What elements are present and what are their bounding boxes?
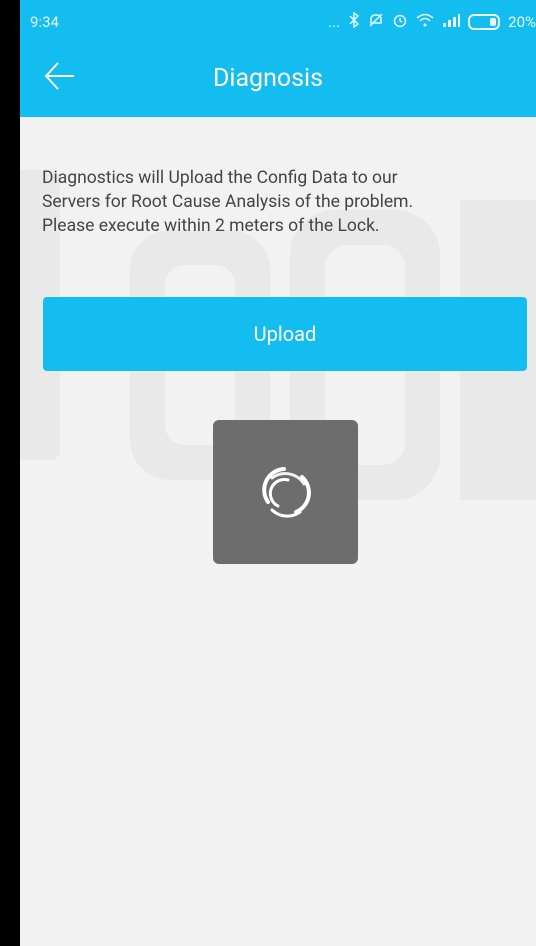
battery-text: 20% (508, 13, 536, 31)
diagnosis-description: Diagnostics will Upload the Config Data … (42, 166, 512, 238)
description-line: Please execute within 2 meters of the Lo… (42, 216, 380, 236)
status-icons: ... 20% (328, 11, 536, 32)
loading-spinner-icon (261, 467, 311, 518)
loading-overlay (213, 420, 358, 564)
status-bar: 9:34 ... 20% (20, 0, 536, 40)
description-line: Servers for Root Cause Analysis of the p… (42, 192, 414, 212)
bluetooth-icon (348, 11, 360, 32)
description-line: Diagnostics will Upload the Config Data … (42, 168, 398, 188)
battery-icon (468, 14, 501, 30)
upload-button[interactable]: Upload (43, 297, 527, 371)
app-header: 9:34 ... 20% Diagnosis (20, 0, 536, 117)
alarm-icon (392, 12, 408, 32)
signal-icon (442, 13, 461, 31)
status-dots: ... (328, 13, 341, 31)
screen-bezel (0, 0, 20, 946)
wifi-icon (416, 13, 434, 31)
mute-icon (368, 12, 384, 32)
app-screen: 9:34 ... 20% Diagnosis Diagnostics will … (20, 0, 536, 946)
status-time: 9:34 (30, 13, 59, 31)
page-title: Diagnosis (212, 64, 324, 93)
